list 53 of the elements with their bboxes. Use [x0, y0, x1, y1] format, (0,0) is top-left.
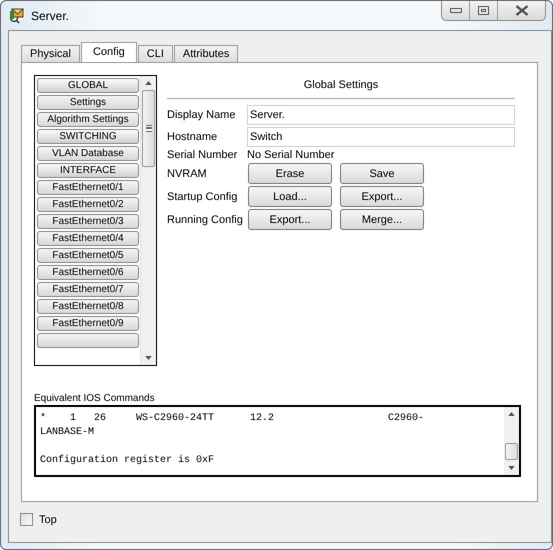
sidebar-item[interactable]: INTERFACE	[37, 163, 139, 178]
sidebar-item[interactable]: Settings	[37, 95, 139, 110]
button[interactable]: Load...	[248, 186, 332, 207]
sidebar-item[interactable]: FastEthernet0/4	[37, 231, 139, 246]
button[interactable]: Merge...	[340, 209, 424, 230]
field-label: Startup Config	[167, 190, 238, 202]
scroll-down-icon[interactable]	[508, 466, 515, 470]
envelope-icon	[9, 8, 25, 24]
sidebar-item[interactable]: FastEthernet0/9	[37, 316, 139, 331]
field-label: Serial Number	[167, 149, 238, 161]
scrollbar-thumb[interactable]	[505, 443, 518, 460]
sidebar-item[interactable]: FastEthernet0/7	[37, 282, 139, 297]
text-field[interactable]: Switch	[247, 127, 515, 147]
button[interactable]: Save	[340, 163, 424, 184]
sidebar-item[interactable]: FastEthernet0/5	[37, 248, 139, 263]
sidebar-item[interactable]: VLAN Database	[37, 146, 139, 161]
checkbox-label: Top	[39, 514, 57, 526]
scrollbar-thumb[interactable]	[142, 90, 155, 167]
button[interactable]: Erase	[248, 163, 332, 184]
output-line: Configuration register is 0xF	[40, 454, 216, 468]
field-label: Hostname	[167, 131, 218, 143]
tab[interactable]: Physical	[21, 45, 80, 63]
field-value: No Serial Number	[247, 149, 336, 161]
scrollbar[interactable]	[140, 76, 156, 365]
sidebar-item[interactable]: SWITCHING	[37, 129, 139, 144]
field-label: NVRAM	[167, 168, 208, 180]
window-title: Server.	[31, 8, 70, 22]
scrollbar[interactable]	[504, 407, 519, 475]
output-line: * 1 26 WS-C2960-24TT 12.2 C2960-	[40, 412, 426, 426]
scroll-up-icon[interactable]	[508, 412, 515, 416]
sidebar-item[interactable]: FastEthernet0/2	[37, 197, 139, 212]
button[interactable]: Export...	[340, 186, 424, 207]
field-label: Display Name	[167, 109, 236, 121]
checkbox[interactable]	[20, 513, 33, 526]
tab[interactable]: Config	[80, 42, 137, 63]
sidebar-item[interactable]: GLOBAL	[37, 78, 139, 93]
sidebar-item[interactable]: FastEthernet0/6	[37, 265, 139, 280]
close-icon	[514, 5, 528, 16]
sidebar-item[interactable]: FastEthernet0/1	[37, 180, 139, 195]
field-label: Running Config	[167, 214, 244, 226]
tab[interactable]: Attributes	[174, 45, 238, 63]
section-title: Global Settings	[302, 79, 380, 91]
scroll-down-icon[interactable]	[145, 356, 152, 360]
sidebar-item[interactable]: FastEthernet0/8	[37, 299, 139, 314]
section-label: Equivalent IOS Commands	[34, 393, 156, 404]
output-line: LANBASE-M	[40, 426, 96, 440]
button[interactable]: Export...	[248, 209, 332, 230]
scroll-up-icon[interactable]	[145, 81, 152, 85]
tab[interactable]: CLI	[138, 45, 173, 63]
text-field[interactable]: Server.	[247, 105, 515, 125]
sidebar-item[interactable]: FastEthernet0/3	[37, 214, 139, 229]
sidebar-item[interactable]: Algorithm Settings	[37, 112, 139, 127]
grip-icon	[146, 125, 152, 132]
